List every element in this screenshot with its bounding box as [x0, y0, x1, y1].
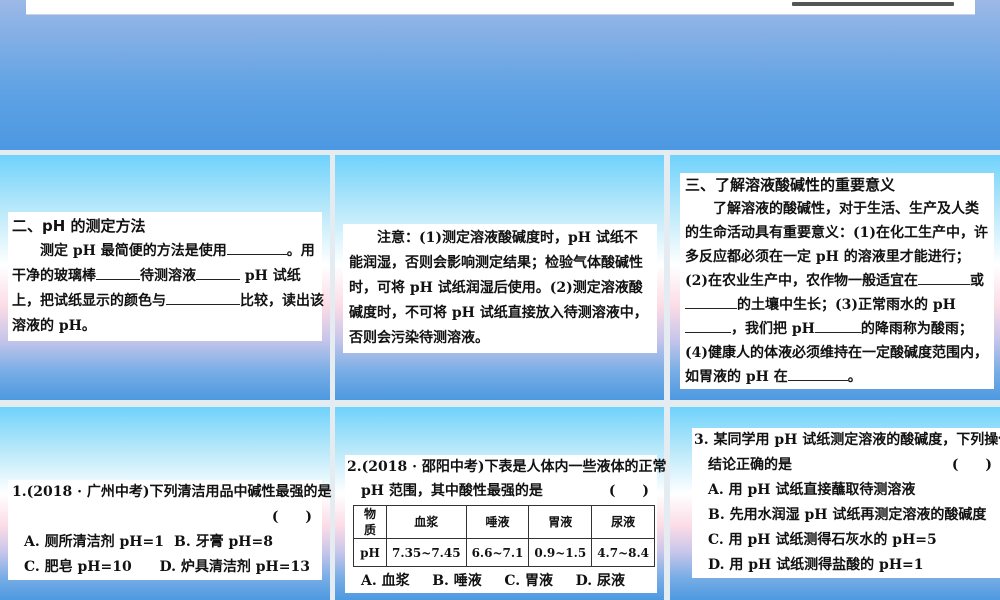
blank	[196, 265, 240, 280]
previous-slide-card	[26, 0, 975, 15]
table-cell: 6.6~7.1	[465, 538, 530, 567]
blank	[226, 240, 287, 255]
text-box: 三、了解溶液酸碱性的重要意义 了解溶液的酸碱性，对于生活、生产及人类的生命活动具…	[680, 173, 994, 389]
option-d[interactable]: D. 炉具清洁剂 pH=13	[160, 555, 311, 580]
answer-bracket[interactable]: ( )	[952, 453, 992, 478]
question-stem: 3. 某同学用 pH 试纸测定溶液的酸碱度，下列操作或	[694, 432, 1000, 448]
text: 待测溶液	[140, 268, 196, 284]
table-cell: 4.7~8.4	[591, 538, 655, 567]
table-cell: 0.9~1.5	[528, 538, 593, 567]
text: 测定 pH 最简便的方法是使用	[40, 243, 227, 259]
note-text: 注意：(1)测定溶液酸碱度时，pH 试纸不能润湿，否则会影响测定结果；检验气体酸…	[343, 224, 657, 353]
slide-significance: 三、了解溶液酸碱性的重要意义 了解溶液的酸碱性，对于生活、生产及人类的生命活动具…	[670, 155, 1000, 400]
text: 溶液的 pH。	[12, 318, 96, 334]
ph-table: 物质 血浆 唾液 胃液 尿液 pH 7.35~7.45 6.6~7.1 0.9~1.5 4.7~…	[352, 505, 655, 567]
question-stem: 1.(2018 · 广州中考)下列清洁用品中碱性最强的是	[12, 484, 332, 500]
blank	[814, 318, 861, 333]
question-stem: 结论正确的是	[708, 457, 792, 473]
table-header: 唾液	[465, 505, 530, 539]
text: 上，把试纸显示的颜色与	[12, 293, 166, 309]
section-title: 二、pH 的测定方法	[12, 217, 146, 235]
blank	[685, 318, 731, 333]
table-cell: 7.35~7.45	[386, 538, 467, 567]
option-c[interactable]: C. 用 pH 试纸测得石灰水的 pH=5	[694, 528, 998, 553]
option-d[interactable]: D. 用 pH 试纸测得盐酸的 pH=1	[694, 553, 998, 578]
option-a[interactable]: A. 血浆	[361, 569, 410, 593]
header-band	[0, 0, 1000, 150]
option-a[interactable]: A. 厕所清洁剂 pH=1	[24, 530, 174, 555]
answer-bracket[interactable]: ( )	[609, 479, 649, 503]
question-box: 3. 某同学用 pH 试纸测定溶液的酸碱度，下列操作或 结论正确的是 ( ) A.…	[692, 428, 1000, 578]
blank	[685, 294, 737, 309]
blank	[166, 290, 240, 305]
option-c[interactable]: C. 肥皂 pH=10	[24, 555, 160, 580]
question-stem: 2.(2018 · 邵阳中考)下表是人体内一些液体的正常	[347, 459, 667, 475]
text-box: 二、pH 的测定方法 测定 pH 最简便的方法是使用 。用 干净的玻璃棒 待测溶液 …	[8, 212, 324, 341]
table-cell: pH	[352, 538, 388, 567]
text: ，我们把 pH	[731, 321, 815, 337]
option-c[interactable]: C. 胃液	[504, 569, 553, 593]
table-header: 胃液	[528, 505, 593, 539]
slide-question-1: 1.(2018 · 广州中考)下列清洁用品中碱性最强的是 ( ) A. 厕所清洁…	[0, 407, 332, 600]
option-b[interactable]: B. 牙膏 pH=8	[174, 530, 273, 555]
table-header: 尿液	[591, 505, 655, 539]
text: 。用	[286, 243, 315, 259]
text: 的土壤中生长；(3)正常雨水的 pH	[737, 297, 956, 313]
text: 或	[970, 273, 984, 289]
slide-note: 注意：(1)测定溶液酸碱度时，pH 试纸不能润湿，否则会影响测定结果；检验气体酸…	[335, 155, 664, 400]
text: 干净的玻璃棒	[12, 268, 96, 284]
text: pH 试纸	[244, 268, 301, 284]
question-stem: pH 范围，其中酸性最强的是	[361, 483, 543, 499]
option-a[interactable]: A. 用 pH 试纸直接蘸取待测溶液	[694, 478, 998, 503]
slide-question-2: 2.(2018 · 邵阳中考)下表是人体内一些液体的正常 pH 范围，其中酸性最…	[335, 407, 667, 600]
blank	[787, 366, 848, 381]
text: 比较，读出该	[240, 293, 324, 309]
option-b[interactable]: B. 先用水润湿 pH 试纸再测定溶液的酸碱度	[694, 503, 998, 528]
option-d[interactable]: D. 尿液	[576, 569, 625, 593]
question-box: 2.(2018 · 邵阳中考)下表是人体内一些液体的正常 pH 范围，其中酸性最…	[345, 455, 667, 593]
question-box: 1.(2018 · 广州中考)下列清洁用品中碱性最强的是 ( ) A. 厕所清洁…	[8, 480, 332, 580]
option-b[interactable]: B. 唾液	[432, 569, 482, 593]
divider-line	[792, 2, 954, 6]
slide-question-3: 3. 某同学用 pH 试纸测定溶液的酸碱度，下列操作或 结论正确的是 ( ) A.…	[670, 407, 1000, 600]
blank	[96, 265, 140, 280]
table-header: 物质	[352, 505, 388, 539]
text: 。	[847, 369, 862, 385]
answer-bracket[interactable]: ( )	[272, 505, 312, 530]
table-header: 血浆	[386, 505, 467, 539]
slide-ph-method: 二、pH 的测定方法 测定 pH 最简便的方法是使用 。用 干净的玻璃棒 待测溶液 …	[0, 155, 330, 400]
section-title: 三、了解溶液酸碱性的重要意义	[685, 176, 896, 194]
blank	[918, 270, 970, 285]
